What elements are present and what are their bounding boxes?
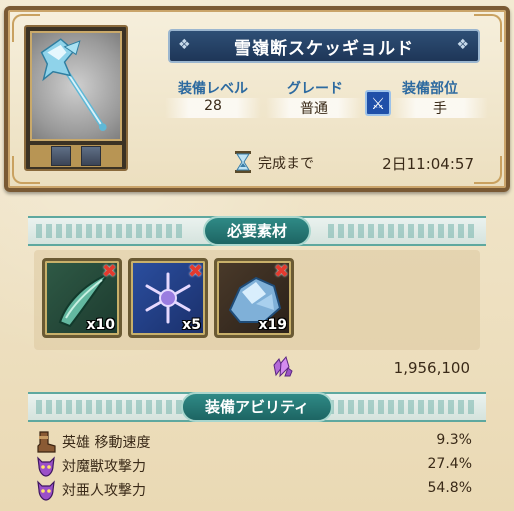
level-value: 28: [165, 98, 261, 118]
header-decoration: [328, 400, 478, 414]
sword-icon: ⚔: [365, 90, 391, 116]
material-quantity: x5: [182, 317, 201, 333]
timer-label: 完成まで: [258, 156, 314, 172]
grade-label: グレード: [287, 81, 343, 97]
material-slot-3[interactable]: ✖ x19: [214, 258, 294, 338]
purple-demon-icon: [37, 456, 55, 477]
slot-value: 手: [392, 98, 488, 118]
ability-row: 対魔獣攻撃力 27.4%: [34, 454, 480, 477]
materials-section-header: 必要素材: [28, 216, 486, 246]
crafting-cost: 1,956,100: [270, 355, 470, 379]
header-decoration: [328, 224, 478, 238]
materials-header-title: 必要素材: [202, 216, 312, 246]
abilities-section-header: 装備アビリティ: [28, 392, 486, 422]
material-quantity: x10: [86, 317, 115, 333]
ability-label: 対魔獣攻撃力: [62, 459, 146, 475]
timer-value: 2日11:04:57: [382, 155, 474, 173]
purple-crystal-icon: [273, 355, 293, 378]
header-decoration: [36, 224, 186, 238]
header-decoration: [36, 400, 186, 414]
ability-value: 9.3%: [436, 432, 472, 448]
missing-material-icon: ✖: [101, 261, 117, 282]
gem-slot-row: [30, 145, 122, 167]
hourglass-icon: [235, 151, 251, 173]
equipment-portrait[interactable]: [24, 25, 128, 171]
material-slot-1[interactable]: ✖ x10: [42, 258, 122, 338]
ability-value: 27.4%: [427, 456, 472, 472]
ability-value: 54.8%: [427, 480, 472, 496]
equipment-detail-page: ❖ 雪嶺断スケッギョルド ❖ 装備レベル 28 グレード 普通 装備部位 ⚔ 手…: [0, 0, 514, 511]
abilities-header-title: 装備アビリティ: [180, 392, 334, 422]
ability-row: 英雄 移動速度 9.3%: [34, 430, 480, 453]
gem-slot[interactable]: [51, 146, 71, 166]
slot-label: 装備部位: [402, 81, 458, 97]
material-quantity: x19: [258, 317, 287, 333]
gem-slot[interactable]: [81, 146, 101, 166]
ability-label: 対亜人攻撃力: [62, 483, 146, 499]
missing-material-icon: ✖: [273, 261, 289, 282]
boot-icon: [37, 431, 56, 453]
missing-material-icon: ✖: [187, 261, 203, 282]
ability-label: 英雄 移動速度: [62, 435, 151, 451]
banner-ornament-icon: ❖: [456, 37, 470, 53]
materials-list: ✖ x10 ✖ x5 ✖ x19: [34, 250, 480, 350]
material-slot-2[interactable]: ✖ x5: [128, 258, 208, 338]
purple-demon-icon: [37, 480, 55, 501]
craft-timer: 完成まで 2日11:04:57: [232, 150, 492, 174]
ice-axe-icon: [30, 31, 122, 141]
ability-row: 対亜人攻撃力 54.8%: [34, 478, 480, 501]
grade-value: 普通: [266, 98, 362, 118]
cost-value: 1,956,100: [393, 359, 470, 377]
equipment-name-banner: ❖ 雪嶺断スケッギョルド ❖: [168, 29, 480, 63]
banner-ornament-icon: ❖: [178, 37, 192, 53]
equipment-name: 雪嶺断スケッギョルド: [234, 38, 414, 59]
level-label: 装備レベル: [178, 81, 248, 97]
